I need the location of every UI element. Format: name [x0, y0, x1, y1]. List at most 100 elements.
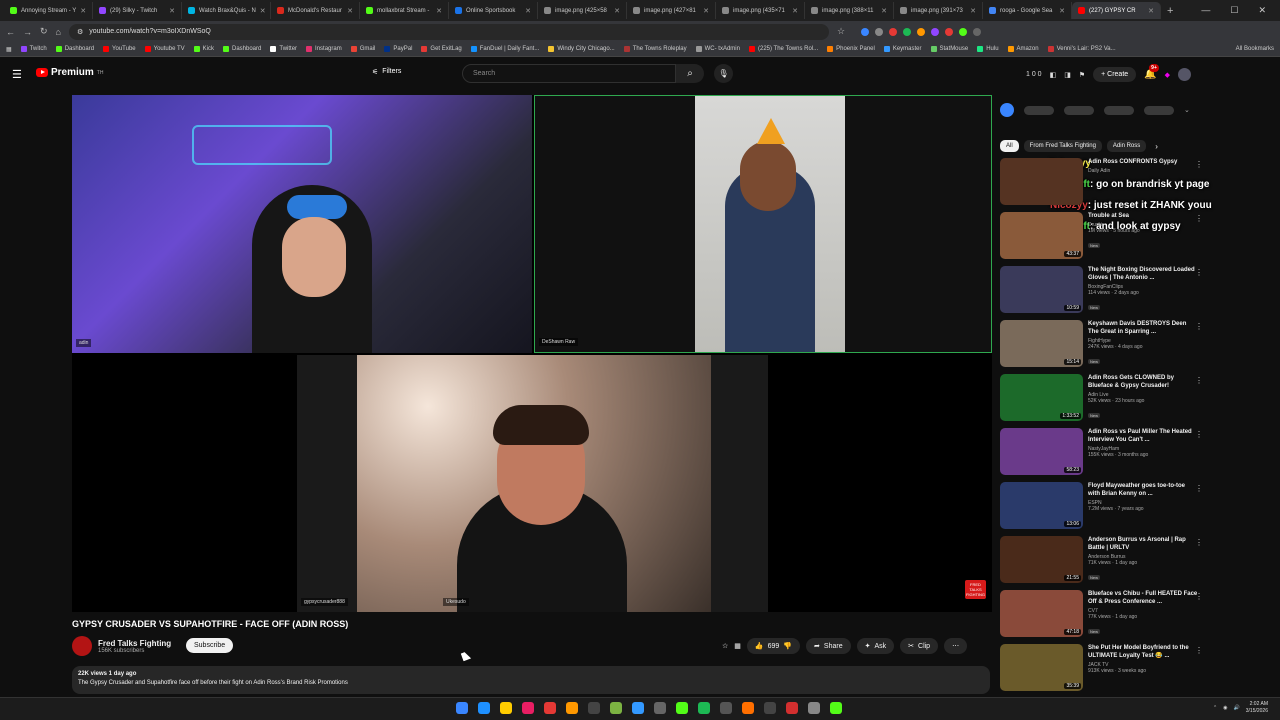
chevron-down-icon[interactable]: ⌄ — [1184, 106, 1190, 114]
video-thumbnail[interactable]: 47:18 — [1000, 590, 1083, 637]
notifications-button[interactable]: 🔔 9+ — [1144, 64, 1159, 80]
profile-icon[interactable] — [973, 27, 982, 36]
tab-close-icon[interactable]: ✕ — [436, 7, 442, 15]
tab-close-icon[interactable]: ✕ — [1059, 7, 1065, 15]
extension-icon[interactable]: ◧ — [1050, 71, 1057, 79]
bookmark-item[interactable]: Gmail — [350, 46, 375, 52]
voice-search-button[interactable]: 🎙 — [714, 64, 733, 83]
more-options-icon[interactable]: ⋮ — [1195, 538, 1203, 547]
more-options-icon[interactable]: ⋮ — [1195, 160, 1203, 169]
tab-close-icon[interactable]: ✕ — [1148, 7, 1154, 15]
youtube-logo[interactable]: Premium TH — [36, 67, 103, 78]
extension-icon[interactable] — [931, 27, 940, 36]
taskbar-app-icon[interactable] — [654, 702, 666, 714]
taskbar-app-icon[interactable] — [742, 702, 754, 714]
bookmark-item[interactable]: Hulu — [977, 46, 999, 52]
description-box[interactable]: 22K views 1 day ago The Gypsy Crusader a… — [72, 666, 990, 694]
tab-close-icon[interactable]: ✕ — [881, 7, 887, 15]
taskbar-app-icon[interactable] — [566, 702, 578, 714]
video-player[interactable]: adin DeShawn Raw gypsycrusader888 Ukesud… — [72, 95, 992, 612]
subscribe-button[interactable]: Subscribe — [186, 638, 234, 653]
bookmark-item[interactable]: Dashboard — [223, 46, 261, 52]
browser-tab[interactable]: Watch Brax&Quis - N ✕ — [182, 2, 271, 19]
browser-tab[interactable]: image.png (391×73 ✕ — [894, 2, 983, 19]
close-icon[interactable]: ✕ — [1258, 5, 1266, 16]
video-thumbnail[interactable]: 35:39 — [1000, 644, 1083, 691]
chevron-up-icon[interactable]: ⌃ — [1213, 705, 1217, 711]
recommended-video[interactable]: Adin Ross CONFRONTS Gypsy Daily Adin ⋮ — [1000, 158, 1268, 212]
video-title[interactable]: Trouble at Sea — [1088, 212, 1198, 220]
clip-button[interactable]: ✂ Clip — [900, 638, 939, 654]
video-thumbnail[interactable]: 10:59 — [1000, 266, 1083, 313]
taskbar-app-icon[interactable] — [764, 702, 776, 714]
bookmark-item[interactable]: Windy City Chicago... — [548, 46, 615, 52]
maximize-icon[interactable]: ☐ — [1230, 5, 1238, 16]
star-icon[interactable]: ☆ — [722, 642, 728, 650]
extension-icon[interactable] — [945, 27, 954, 36]
video-title[interactable]: Adin Ross Gets CLOWNED by Blueface & Gyp… — [1088, 374, 1198, 390]
tab-close-icon[interactable]: ✕ — [169, 7, 175, 15]
site-info-icon[interactable]: ⚙ — [77, 28, 83, 36]
extension-icon[interactable]: ◨ — [1064, 71, 1071, 79]
browser-tab[interactable]: image.png (425×58 ✕ — [538, 2, 627, 19]
extension-icon[interactable]: ◆ — [1165, 71, 1170, 79]
taskbar-app-icon[interactable] — [698, 702, 710, 714]
tab-close-icon[interactable]: ✕ — [80, 7, 86, 15]
more-options-icon[interactable]: ⋮ — [1195, 592, 1203, 601]
more-options-icon[interactable]: ⋮ — [1195, 268, 1203, 277]
video-title[interactable]: Blueface vs Chibu - Full HEATED Face Off… — [1088, 590, 1198, 606]
tab-close-icon[interactable]: ✕ — [970, 7, 976, 15]
more-options-icon[interactable]: ⋮ — [1195, 484, 1203, 493]
bookmark-item[interactable]: Get ExitLag — [421, 46, 462, 52]
taskbar-app-icon[interactable] — [456, 702, 468, 714]
video-title[interactable]: She Put Her Model Boyfriend to the ULTIM… — [1088, 644, 1198, 660]
thumbs-down-icon[interactable]: 👎 — [783, 642, 792, 650]
bookmark-item[interactable]: (225) The Towns Rol... — [748, 46, 818, 52]
tab-close-icon[interactable]: ✕ — [525, 7, 531, 15]
chevron-right-icon[interactable]: › — [1155, 142, 1158, 151]
video-title[interactable]: Floyd Mayweather goes toe-to-toe with Br… — [1088, 482, 1198, 498]
recommended-video[interactable]: 47:18 Blueface vs Chibu - Full HEATED Fac… — [1000, 590, 1268, 644]
bookmark-item[interactable]: Venni's Lair: PS2 Va... — [1047, 46, 1116, 52]
reload-icon[interactable]: ↻ — [40, 26, 48, 37]
extension-icon[interactable] — [917, 27, 926, 36]
browser-tab[interactable]: Online Sportsbook ✕ — [449, 2, 538, 19]
apps-grid-icon[interactable]: ▦ — [6, 46, 12, 53]
bookmark-item[interactable]: WC- txAdmin — [695, 46, 740, 52]
bookmark-item[interactable]: Twitch — [20, 46, 47, 52]
taskbar-app-icon[interactable] — [588, 702, 600, 714]
taskbar-app-icon[interactable] — [522, 702, 534, 714]
taskbar-app-icon[interactable] — [786, 702, 798, 714]
more-actions-button[interactable]: ⋯ — [944, 638, 968, 654]
settings-icon[interactable]: ⚑ — [1079, 71, 1085, 79]
taskbar-app-icon[interactable] — [808, 702, 820, 714]
filters-button[interactable]: ⚟ Filters — [372, 68, 401, 76]
extension-icon[interactable] — [1000, 103, 1014, 117]
taskbar-app-icon[interactable] — [610, 702, 622, 714]
recommended-video[interactable]: 58:23 Adin Ross vs Paul Miller The Heated… — [1000, 428, 1268, 482]
browser-tab[interactable]: Annoying Stream - Y ✕ — [4, 2, 93, 19]
address-bar[interactable]: ⚙ youtube.com/watch?v=m3oIXDnWSoQ — [68, 23, 829, 40]
chip-from-fred-talks-fighting[interactable]: From Fred Talks Fighting — [1023, 140, 1102, 152]
more-options-icon[interactable]: ⋮ — [1195, 376, 1203, 385]
browser-tab[interactable]: (29) Silky - Twitch ✕ — [93, 2, 182, 19]
extension-icon[interactable] — [889, 27, 898, 36]
volume-icon[interactable]: 🔊 — [1234, 705, 1240, 711]
more-options-icon[interactable]: ⋮ — [1195, 214, 1203, 223]
video-thumbnail[interactable]: 21:55 — [1000, 536, 1083, 583]
clock[interactable]: 2:02 AM 3/15/2026 — [1246, 701, 1268, 715]
extension-icon[interactable] — [959, 27, 968, 36]
recommended-video[interactable]: 1:33:52 Adin Ross Gets CLOWNED by Bluefac… — [1000, 374, 1268, 428]
bookmark-item[interactable]: Amazon — [1007, 46, 1039, 52]
video-title[interactable]: The Night Boxing Discovered Loaded Glove… — [1088, 266, 1198, 282]
chip-all[interactable]: All — [1000, 140, 1019, 152]
channel-avatar[interactable] — [72, 636, 92, 656]
ask-button[interactable]: ✦ Ask — [856, 638, 895, 654]
minimize-icon[interactable]: — — [1201, 5, 1210, 16]
channel-name[interactable]: Daily Adin — [1088, 168, 1198, 174]
share-button[interactable]: ➦ Share — [806, 638, 851, 654]
taskbar-app-icon[interactable] — [632, 702, 644, 714]
grid-icon[interactable]: ▦ — [734, 642, 741, 650]
more-options-icon[interactable]: ⋮ — [1195, 322, 1203, 331]
browser-tab[interactable]: image.png (427×81 ✕ — [627, 2, 716, 19]
